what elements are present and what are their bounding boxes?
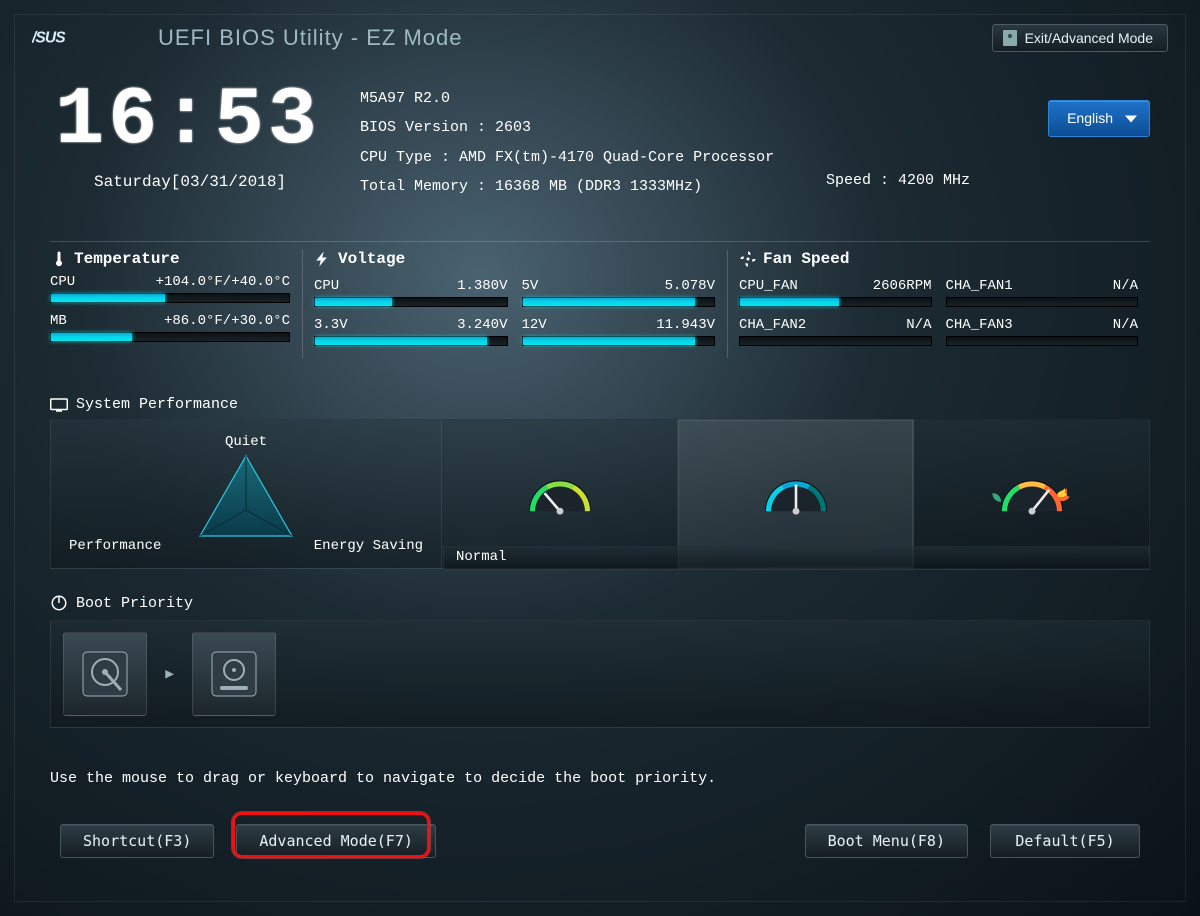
hdd-icon bbox=[77, 646, 133, 702]
cpu-type-label: CPU Type : bbox=[360, 149, 459, 166]
voltage-title: Voltage bbox=[338, 250, 405, 268]
voltage-right-1-bar bbox=[522, 336, 716, 346]
fan-right-1-label: CHA_FAN3 bbox=[946, 317, 1013, 333]
temperature-0-bar bbox=[50, 293, 290, 303]
voltage-left-0-row: CPU 1.380V bbox=[314, 278, 508, 294]
board-model: M5A97 R2.0 bbox=[360, 84, 1150, 113]
chevron-right-icon: ▸ bbox=[163, 661, 176, 687]
voltage-panel: Voltage CPU1.380V3.3V3.240V 5V5.078V12V1… bbox=[302, 250, 727, 356]
fan-left-0-label: CPU_FAN bbox=[739, 278, 798, 294]
fan-left-1-row: CHA_FAN2 N/A bbox=[739, 317, 932, 333]
temperature-1-row: MB +86.0°F/+30.0°C bbox=[50, 313, 290, 329]
gauge-icon bbox=[753, 459, 839, 529]
triangle-icon bbox=[196, 452, 296, 542]
voltage-left-0-bar bbox=[314, 297, 508, 307]
temperature-0-row: CPU +104.0°F/+40.0°C bbox=[50, 274, 290, 290]
boot-priority-title: Boot Priority bbox=[76, 595, 193, 612]
asus-logo: /SUS bbox=[32, 24, 142, 52]
fan-left-1-bar bbox=[739, 336, 932, 346]
voltage-left-1-label: 3.3V bbox=[314, 317, 348, 333]
performance-icon bbox=[50, 398, 68, 412]
voltage-left-0-label: CPU bbox=[314, 278, 339, 294]
exit-advanced-mode-button[interactable]: Exit/Advanced Mode bbox=[992, 24, 1168, 52]
thermometer-icon bbox=[50, 250, 68, 268]
temperature-1-value: +86.0°F/+30.0°C bbox=[164, 313, 290, 329]
fan-left-0-value: 2606RPM bbox=[873, 278, 932, 294]
performance-label: Performance bbox=[69, 538, 161, 554]
shortcut-button[interactable]: Shortcut(F3) bbox=[60, 824, 214, 858]
cpu-speed-value: 4200 MHz bbox=[898, 172, 970, 189]
memory-value: 16368 MB (DDR3 1333MHz) bbox=[495, 178, 702, 195]
fan-icon bbox=[739, 250, 757, 268]
performance-mode-caption: Normal bbox=[443, 546, 1150, 570]
language-value: English bbox=[1067, 110, 1113, 126]
fan-right-0-row: CHA_FAN1 N/A bbox=[946, 278, 1139, 294]
voltage-right-0-row: 5V 5.078V bbox=[522, 278, 716, 294]
default-button[interactable]: Default(F5) bbox=[990, 824, 1140, 858]
gauge-icon bbox=[517, 459, 603, 529]
voltage-left-1-value: 3.240V bbox=[457, 317, 507, 333]
fan-title: Fan Speed bbox=[763, 250, 849, 268]
system-performance-title: System Performance bbox=[76, 396, 238, 413]
boot-menu-button[interactable]: Boot Menu(F8) bbox=[805, 824, 968, 858]
optical-drive-icon bbox=[206, 646, 262, 702]
voltage-left-1-bar bbox=[314, 336, 508, 346]
page-title: UEFI BIOS Utility - EZ Mode bbox=[158, 25, 463, 51]
fan-right-0-bar bbox=[946, 297, 1139, 307]
boot-tray[interactable]: ▸ bbox=[50, 620, 1150, 728]
temperature-1-label: MB bbox=[50, 313, 67, 329]
boot-device-optical[interactable] bbox=[192, 632, 276, 716]
energy-label: Energy Saving bbox=[314, 538, 423, 554]
fan-left-0-row: CPU_FAN 2606RPM bbox=[739, 278, 932, 294]
voltage-right-0-label: 5V bbox=[522, 278, 539, 294]
bios-version-label: BIOS Version : bbox=[360, 119, 495, 136]
voltage-right-0-bar bbox=[522, 297, 716, 307]
exit-button-label: Exit/Advanced Mode bbox=[1025, 30, 1153, 46]
temperature-1-bar bbox=[50, 332, 290, 342]
voltage-right-0-value: 5.078V bbox=[665, 278, 715, 294]
fan-right-0-label: CHA_FAN1 bbox=[946, 278, 1013, 294]
fan-right-1-row: CHA_FAN3 N/A bbox=[946, 317, 1139, 333]
boot-device-hdd[interactable] bbox=[63, 632, 147, 716]
fan-left-1-label: CHA_FAN2 bbox=[739, 317, 806, 333]
cpu-speed-label: Speed : bbox=[826, 172, 898, 189]
bolt-icon bbox=[314, 250, 332, 268]
fan-panel: Fan Speed CPU_FAN 2606RPM CHA_FAN2 N/A CHA_… bbox=[727, 250, 1150, 356]
temperature-title: Temperature bbox=[74, 250, 180, 268]
cpu-type-value: AMD FX(tm)-4170 Quad-Core Processor bbox=[459, 149, 774, 166]
memory-label: Total Memory : bbox=[360, 178, 495, 195]
fan-right-1-bar bbox=[946, 336, 1139, 346]
voltage-right-1-row: 12V 11.943V bbox=[522, 317, 716, 333]
quiet-label: Quiet bbox=[225, 434, 267, 450]
temperature-0-label: CPU bbox=[50, 274, 75, 290]
highlight-annotation bbox=[232, 812, 430, 858]
bios-version-value: 2603 bbox=[495, 119, 531, 136]
temperature-panel: Temperature CPU +104.0°F/+40.0°C MB +86.0°F… bbox=[50, 250, 302, 356]
temperature-0-value: +104.0°F/+40.0°C bbox=[156, 274, 290, 290]
voltage-right-1-value: 11.943V bbox=[656, 317, 715, 333]
boot-hint-text: Use the mouse to drag or keyboard to nav… bbox=[50, 770, 1150, 787]
fan-left-0-bar bbox=[739, 297, 932, 307]
performance-triangle[interactable]: Quiet Performance Energy Saving bbox=[50, 419, 442, 569]
voltage-left-0-value: 1.380V bbox=[457, 278, 507, 294]
power-icon bbox=[50, 594, 68, 612]
bios-date: Saturday[03/31/2018] bbox=[50, 173, 330, 191]
exit-icon bbox=[1003, 30, 1017, 46]
svg-text:/SUS: /SUS bbox=[32, 30, 66, 47]
voltage-right-1-label: 12V bbox=[522, 317, 547, 333]
fan-right-1-value: N/A bbox=[1113, 317, 1138, 333]
gauge-icon bbox=[989, 459, 1075, 529]
bios-clock: 16:53 bbox=[46, 74, 330, 167]
language-select[interactable]: English bbox=[1048, 100, 1150, 137]
voltage-left-1-row: 3.3V 3.240V bbox=[314, 317, 508, 333]
fan-left-1-value: N/A bbox=[906, 317, 931, 333]
fan-right-0-value: N/A bbox=[1113, 278, 1138, 294]
